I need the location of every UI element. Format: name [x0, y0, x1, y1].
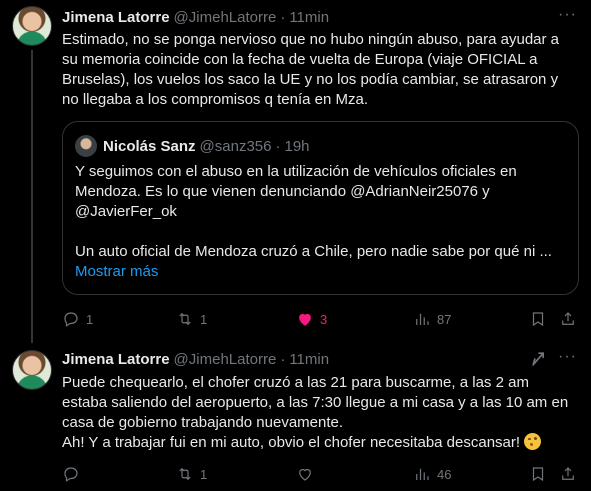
more-horizontal-icon[interactable]: ··· — [558, 6, 577, 24]
author-name[interactable]: Jimena Latorre — [62, 351, 170, 368]
bookmark-icon — [532, 312, 544, 327]
bookmark-button[interactable] — [529, 309, 547, 329]
repost-button[interactable]: 1 — [176, 309, 207, 329]
bookmark-icon — [532, 467, 544, 482]
tweet-header: Jimena Latorre @JimehLatorre · 11min — [62, 349, 581, 369]
action-bar: 1 1 3 87 — [62, 309, 591, 329]
repost-count: 1 — [200, 466, 208, 482]
more-horizontal-icon[interactable]: ··· — [558, 348, 577, 366]
repost-icon — [179, 312, 191, 326]
reply-button[interactable] — [62, 464, 86, 484]
reply-button[interactable]: 1 — [62, 309, 93, 329]
share-button[interactable] — [559, 464, 577, 484]
show-more-link[interactable]: Mostrar más — [75, 263, 158, 280]
author-handle[interactable]: @JimehLatorre — [174, 9, 277, 26]
repost-button[interactable]: 1 — [176, 464, 207, 484]
separator: · — [280, 8, 286, 26]
tweet-2[interactable]: Jimena Latorre @JimehLatorre · 11min ···… — [0, 343, 591, 491]
tweet-text: Puede chequearlo, el chofer cruzó a las … — [62, 373, 582, 453]
reply-icon — [64, 467, 78, 482]
thread-connector-line — [31, 50, 33, 343]
views-count: 87 — [437, 311, 452, 327]
timestamp[interactable]: 11min — [289, 351, 329, 368]
tweet-text: Estimado, no se ponga nervioso que no hu… — [62, 31, 560, 108]
reply-count: 1 — [86, 311, 94, 327]
separator: · — [280, 350, 286, 368]
heart-icon — [299, 313, 311, 326]
like-button[interactable] — [296, 464, 320, 484]
views-icon — [416, 313, 429, 325]
tweet-1[interactable]: Jimena Latorre @JimehLatorre · 11min ···… — [0, 0, 591, 343]
views-button[interactable]: 46 — [413, 464, 451, 484]
quote-header: Nicolás Sanz @sanz356 · 19h — [103, 135, 310, 157]
avatar[interactable] — [12, 6, 52, 46]
quoted-tweet[interactable]: Nicolás Sanz @sanz356 · 19h Y seguimos c… — [62, 121, 579, 295]
quote-text: Y seguimos con el abuso en la utilizació… — [75, 163, 552, 260]
tweet-header: Jimena Latorre @JimehLatorre · 11min — [62, 7, 581, 27]
views-icon — [416, 468, 429, 480]
bookmark-button[interactable] — [529, 464, 547, 484]
views-button[interactable]: 87 — [413, 309, 451, 329]
reply-icon — [64, 312, 78, 327]
tweet-text-content: Puede chequearlo, el chofer cruzó a las … — [62, 374, 569, 451]
timestamp[interactable]: 11min — [289, 9, 329, 26]
timestamp: 19h — [284, 137, 310, 155]
share-icon — [562, 467, 574, 480]
views-count: 46 — [437, 466, 452, 482]
heart-icon — [299, 468, 311, 481]
separator: · — [275, 137, 281, 155]
wink-emoji — [524, 433, 542, 450]
like-count: 3 — [320, 311, 328, 327]
author-name[interactable]: Jimena Latorre — [62, 9, 170, 26]
repost-count: 1 — [200, 311, 208, 327]
like-button[interactable]: 3 — [296, 309, 327, 329]
share-button[interactable] — [559, 309, 577, 329]
author-handle: @sanz356 — [199, 137, 272, 155]
share-icon — [562, 312, 574, 325]
grok-icon[interactable] — [529, 349, 549, 369]
author-handle[interactable]: @JimehLatorre — [174, 351, 277, 368]
repost-icon — [179, 467, 191, 481]
avatar[interactable] — [12, 350, 52, 390]
action-bar: 1 46 — [62, 464, 591, 484]
avatar — [75, 135, 97, 157]
author-name: Nicolás Sanz — [103, 137, 196, 155]
